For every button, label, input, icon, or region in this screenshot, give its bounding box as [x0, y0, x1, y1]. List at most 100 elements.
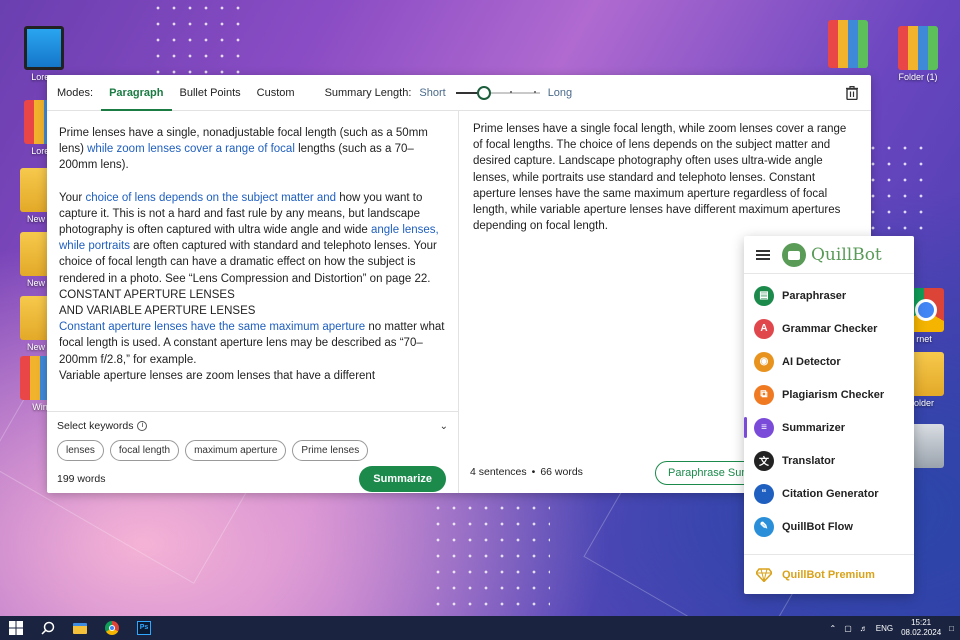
desktop-icon[interactable]: Folder (1): [886, 26, 950, 82]
input-footer: 199 words Summarize: [57, 466, 446, 492]
mode-tab-custom[interactable]: Custom: [249, 75, 303, 111]
quillbot-premium-link[interactable]: QuillBot Premium: [744, 554, 914, 594]
summary-length-label: Summary Length:: [324, 86, 412, 99]
input-heading-line: CONSTANT APERTURE LENSES: [59, 288, 235, 301]
citation-icon: “: [754, 483, 774, 504]
input-heading-line: AND VARIABLE APERTURE LENSES: [59, 305, 256, 318]
desktop-icon[interactable]: Lorem: [12, 26, 76, 82]
key-sentence-highlight: Constant aperture lenses have the same m…: [59, 321, 366, 334]
keyword-chip[interactable]: lenses: [57, 440, 104, 461]
taskbar-chrome-button[interactable]: [96, 616, 128, 640]
summary-length-slider[interactable]: [455, 85, 540, 100]
quillbot-tool-label: QuillBot Flow: [782, 520, 853, 533]
chevron-down-icon[interactable]: ⌄: [440, 421, 448, 432]
clear-button[interactable]: [843, 84, 861, 102]
quillbot-tool-summarizer[interactable]: ≡ Summarizer: [744, 411, 914, 444]
short-label: Short: [419, 86, 446, 99]
output-footer: 4 sentences • 66 words: [470, 466, 583, 478]
quillbot-tool-label: Translator: [782, 454, 836, 467]
diamond-icon: [754, 565, 774, 585]
quillbot-tool-translator[interactable]: 文 Translator: [744, 444, 914, 477]
trash-icon: [846, 85, 858, 100]
quillbot-tool-flow[interactable]: ✎ QuillBot Flow: [744, 510, 914, 543]
taskbar-search-button[interactable]: [32, 616, 64, 640]
network-icon[interactable]: ▢: [844, 624, 852, 633]
input-paragraph: Constant aperture lenses have the same m…: [59, 319, 446, 368]
taskbar-photoshop-button[interactable]: Ps: [128, 616, 160, 640]
paraphraser-icon: ▤: [754, 285, 774, 306]
modes-toolbar: Modes: Paragraph Bullet Points Custom Su…: [47, 75, 871, 111]
taskbar: Ps ⌃ ▢ ♬ ENG 15:21 08.02.2024 □: [0, 616, 960, 640]
quillbot-tool-list: ▤ Paraphraser A Grammar Checker ◉ AI Detector…: [744, 274, 914, 543]
volume-icon[interactable]: ♬: [860, 624, 868, 633]
slider-knob[interactable]: [476, 85, 491, 100]
sentence-count: 4 sentences: [470, 466, 527, 478]
photoshop-icon: Ps: [137, 621, 151, 635]
quillbot-tool-plagiarism[interactable]: ⧉ Plagiarism Checker: [744, 378, 914, 411]
search-icon: [41, 621, 55, 635]
mode-tab-bullet-points[interactable]: Bullet Points: [172, 75, 249, 111]
chevron-up-icon[interactable]: ⌃: [830, 624, 837, 633]
quillbot-tool-label: AI Detector: [782, 355, 841, 368]
input-word-count: 199 words: [57, 473, 106, 485]
desktop-icon-label: Win: [32, 402, 48, 412]
clock[interactable]: 15:21 08.02.2024: [901, 618, 941, 638]
quillbot-tool-paraphraser[interactable]: ▤ Paraphraser: [744, 279, 914, 312]
quillbot-logo[interactable]: QuillBot: [782, 242, 882, 267]
input-pane: Prime lenses have a single, nonadjustabl…: [47, 111, 459, 493]
keywords-section: Select keywords i ⌄ lenses focal length …: [47, 411, 458, 461]
taskbar-explorer-button[interactable]: [64, 616, 96, 640]
start-button[interactable]: [0, 616, 32, 640]
summarize-button[interactable]: Summarize: [359, 466, 446, 492]
long-label: Long: [547, 86, 573, 99]
info-icon[interactable]: i: [137, 421, 148, 431]
quillbot-tool-grammar[interactable]: A Grammar Checker: [744, 312, 914, 345]
quillbot-tool-label: Plagiarism Checker: [782, 388, 885, 401]
clock-date: 08.02.2024: [901, 628, 942, 637]
modes-label: Modes:: [57, 86, 94, 99]
keyword-chip[interactable]: Prime lenses: [292, 440, 369, 461]
desktop-icon[interactable]: [816, 20, 880, 70]
quillbot-menu-header: QuillBot: [744, 236, 914, 274]
quillbot-tool-label: Grammar Checker: [782, 322, 878, 335]
desktop-icon-label: older: [913, 398, 934, 408]
language-indicator[interactable]: ENG: [876, 624, 893, 633]
summary-output: Prime lenses have a single focal length,…: [473, 123, 847, 233]
chrome-icon: [105, 621, 119, 635]
quillbot-menu: QuillBot ▤ Paraphraser A Grammar Checker ◉ AI…: [744, 236, 914, 594]
file-explorer-icon: [73, 622, 87, 634]
background-dots: [150, 0, 240, 75]
slider-tick: [533, 90, 536, 93]
key-sentence-highlight: choice of lens depends on the subject ma…: [85, 191, 337, 204]
computer-icon: [24, 26, 64, 70]
input-text-area[interactable]: Prime lenses have a single, nonadjustabl…: [47, 111, 458, 407]
quillbot-tool-citation[interactable]: “ Citation Generator: [744, 477, 914, 510]
grammar-icon: A: [754, 318, 774, 339]
clock-time: 15:21: [911, 618, 932, 627]
input-paragraph: Prime lenses have a single, nonadjustabl…: [59, 125, 446, 174]
background-dots: [430, 500, 550, 620]
ai-detector-icon: ◉: [754, 351, 774, 372]
notifications-icon[interactable]: □: [949, 624, 954, 633]
quillbot-brand-name: QuillBot: [811, 244, 882, 265]
binder-icon: [898, 26, 938, 70]
quillbot-tool-ai-detector[interactable]: ◉ AI Detector: [744, 345, 914, 378]
hamburger-menu-icon[interactable]: [756, 249, 770, 260]
background-dots: [865, 140, 925, 230]
keyword-chips: lenses focal length maximum aperture Pri…: [57, 440, 448, 461]
keyword-chip[interactable]: focal length: [109, 440, 180, 461]
mode-tab-paragraph[interactable]: Paragraph: [101, 75, 172, 111]
input-text-span: Your: [59, 191, 86, 204]
plagiarism-icon: ⧉: [754, 384, 774, 405]
keyword-chip[interactable]: maximum aperture: [185, 440, 287, 461]
binder-icon: [828, 20, 868, 68]
key-sentence-highlight: while zoom lenses cover a range of focal: [87, 143, 295, 156]
keywords-header[interactable]: Select keywords i ⌄: [57, 420, 448, 432]
quillbot-bot-icon: [782, 242, 806, 267]
quillbot-tool-label: Paraphraser: [782, 289, 847, 302]
summarizer-icon: ≡: [754, 417, 774, 438]
keywords-label: Select keywords: [57, 420, 134, 432]
system-tray: ⌃ ▢ ♬ ENG 15:21 08.02.2024 □: [830, 618, 960, 638]
windows-icon: [9, 621, 23, 635]
slider-tick: [509, 90, 512, 93]
